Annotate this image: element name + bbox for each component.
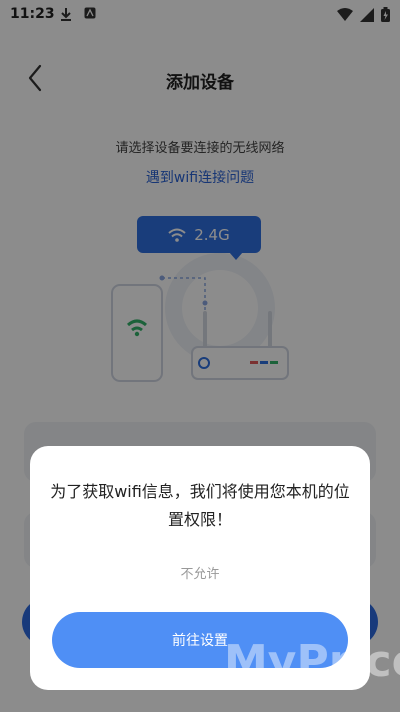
go-settings-label: 前往设置 <box>172 633 228 649</box>
watermark: MyPrice <box>224 636 400 687</box>
permission-message: 为了获取wifi信息，我们将使用您本机的位置权限！ <box>50 482 350 529</box>
deny-button[interactable]: 不允许 <box>30 563 370 582</box>
